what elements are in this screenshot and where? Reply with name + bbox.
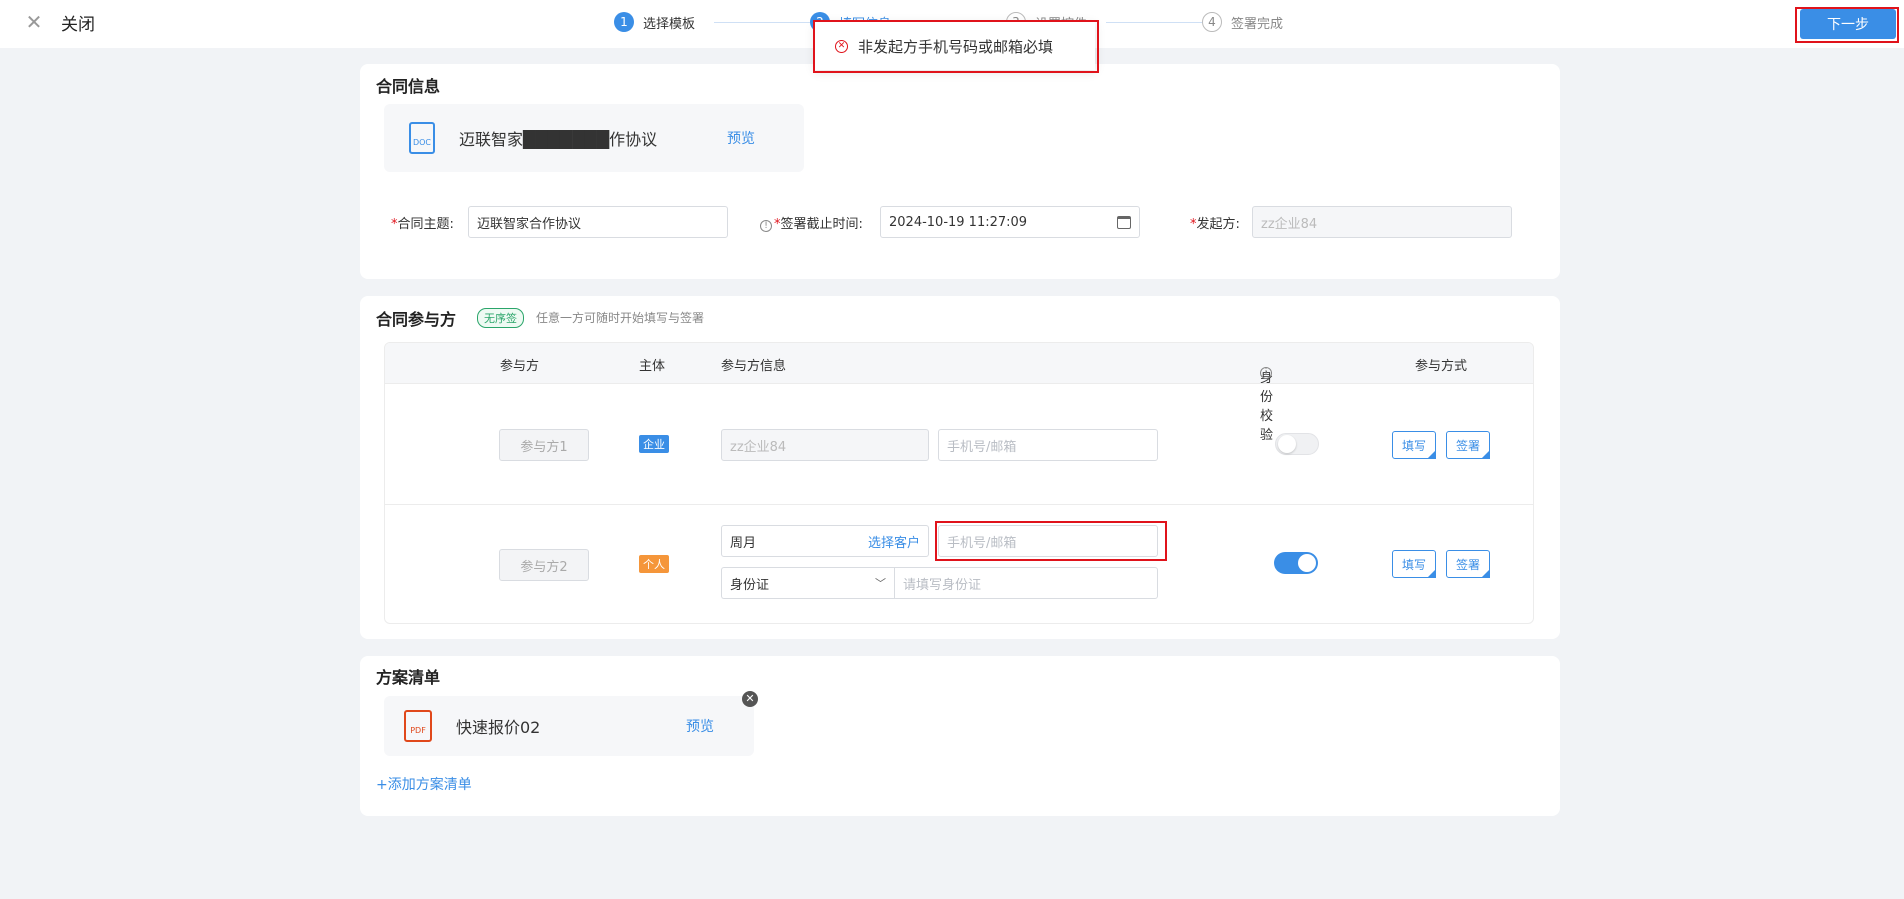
- order-tag: 无序签: [477, 308, 524, 328]
- contract-info-card: 合同信息 DOC 迈联智家███████作协议 预览 *合同主题: 迈联智家合作…: [360, 64, 1560, 279]
- column-header: 参与方信息: [721, 359, 787, 374]
- party-2-verify-toggle[interactable]: [1274, 552, 1318, 574]
- id-type-select[interactable]: 身份证 ﹀: [721, 567, 894, 599]
- contract-file-name: 迈联智家███████作协议: [459, 130, 658, 149]
- party-1-sign-button[interactable]: 签署: [1446, 431, 1490, 459]
- party-2-fill-button[interactable]: 填写: [1392, 550, 1436, 578]
- table-header: 参与方 主体 参与方信息 身份校验 i 参与方式: [385, 343, 1533, 443]
- id-number-input[interactable]: 请填写身份证: [894, 567, 1158, 599]
- highlight-box: [813, 20, 1099, 73]
- initiator-input: zz企业84: [1252, 206, 1512, 238]
- party-2-name-input[interactable]: 周月 选择客户: [721, 525, 929, 557]
- plan-list-card: 方案清单 PDF 快速报价02 预览 ✕ +添加方案清单: [360, 656, 1560, 816]
- remove-file-icon[interactable]: ✕: [742, 691, 758, 707]
- column-header: 参与方式: [1415, 359, 1468, 374]
- info-icon: i: [1260, 367, 1272, 379]
- column-header: 参与方: [500, 359, 540, 374]
- step-number: 4: [1202, 12, 1222, 32]
- column-header: 主体: [639, 359, 666, 374]
- party-1-name-input: zz企业84: [721, 429, 929, 461]
- party-1-button[interactable]: 参与方1: [499, 429, 589, 461]
- contract-preview-link[interactable]: 预览: [727, 128, 755, 148]
- info-icon: !: [760, 220, 772, 232]
- step-select-template: 1 选择模板: [614, 12, 695, 32]
- step-connector: [1106, 22, 1202, 23]
- plan-preview-link[interactable]: 预览: [686, 716, 714, 736]
- party-1-fill-button[interactable]: 填写: [1392, 431, 1436, 459]
- party-2-button[interactable]: 参与方2: [499, 549, 589, 581]
- section-title: 合同参与方: [376, 306, 464, 330]
- select-customer-link[interactable]: 选择客户: [868, 532, 920, 551]
- party-1-verify-toggle[interactable]: [1275, 433, 1319, 455]
- plan-file-card: PDF 快速报价02 预览: [384, 696, 754, 756]
- chevron-down-icon: ﹀: [875, 577, 886, 590]
- close-button[interactable]: 关闭: [61, 10, 95, 35]
- pdf-file-icon: PDF: [404, 710, 432, 742]
- participants-card: 合同参与方 无序签 任意一方可随时开始填写与签署 参与方 主体 参与方信息 身份…: [360, 296, 1560, 639]
- step-connector: [714, 22, 810, 23]
- personal-badge: 个人: [639, 555, 669, 573]
- subject-label: *合同主题:: [391, 217, 454, 232]
- party-2-sign-button[interactable]: 签署: [1446, 550, 1490, 578]
- contract-file-card: DOC 迈联智家███████作协议 预览: [384, 104, 804, 172]
- plan-file-name: 快速报价02: [456, 718, 541, 737]
- section-title: 方案清单: [376, 664, 448, 688]
- party-1-contact-input[interactable]: 手机号/邮箱: [938, 429, 1158, 461]
- highlight-box: [1795, 7, 1899, 43]
- doc-file-icon: DOC: [409, 122, 435, 154]
- enterprise-badge: 企业: [639, 435, 669, 453]
- add-plan-link[interactable]: +添加方案清单: [376, 774, 472, 794]
- deadline-input[interactable]: 2024-10-19 11:27:09: [880, 206, 1140, 238]
- deadline-label: ! *签署截止时间:: [760, 213, 863, 232]
- initiator-label: *发起方:: [1190, 217, 1240, 232]
- calendar-icon: [1117, 215, 1131, 229]
- step-number: 1: [614, 12, 634, 32]
- participants-table: 参与方 主体 参与方信息 身份校验 i 参与方式 参与方1 企业 zz企业84 …: [384, 342, 1534, 624]
- step-sign-complete: 4 签署完成: [1202, 12, 1283, 32]
- section-title: 合同信息: [376, 73, 448, 97]
- step-label: 选择模板: [643, 16, 696, 32]
- close-icon[interactable]: ✕: [24, 12, 44, 32]
- participants-hint: 任意一方可随时开始填写与签署: [536, 311, 705, 325]
- highlight-box: [935, 521, 1167, 561]
- step-label: 签署完成: [1231, 16, 1284, 32]
- subject-input[interactable]: 迈联智家合作协议: [468, 206, 728, 238]
